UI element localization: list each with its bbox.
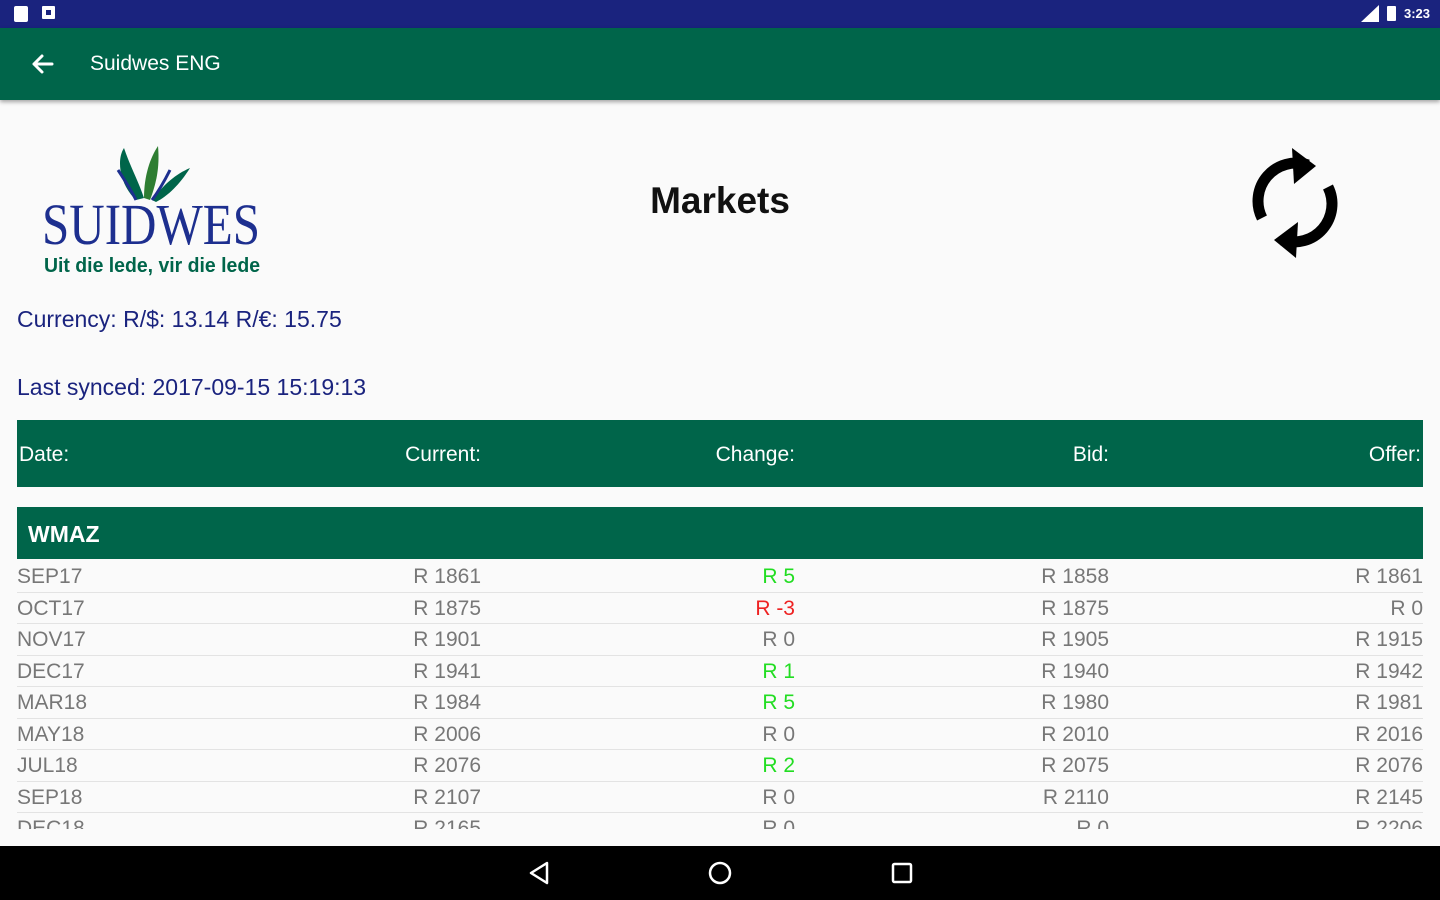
cell-offer: R 1942 <box>1355 659 1423 683</box>
cell-offer: R 1861 <box>1355 565 1423 588</box>
table-row: MAR18 R 1984 R 5 R 1980 R 1981 <box>17 687 1423 719</box>
table-row: SEP18 R 2107 R 0 R 2110 R 2145 <box>17 782 1423 813</box>
cell-current: R 1861 <box>413 565 481 588</box>
cell-current: R 2006 <box>413 722 481 746</box>
cell-change: R 0 <box>762 817 795 829</box>
cell-offer: R 1915 <box>1355 628 1423 651</box>
cell-offer: R 0 <box>1390 596 1423 620</box>
cell-bid: R 1875 <box>1041 596 1109 620</box>
cell-bid: R 1905 <box>1041 628 1109 651</box>
cell-change: R 5 <box>762 691 795 714</box>
table-row: NOV17 R 1901 R 0 R 1905 R 1915 <box>17 624 1423 656</box>
cell-date: NOV17 <box>17 628 86 651</box>
status-bar: 3:23 <box>0 0 1440 28</box>
header-change: Change: <box>715 443 795 466</box>
cell-offer: R 2206 <box>1355 817 1423 829</box>
cell-current: R 2107 <box>413 785 481 809</box>
cell-change: R 0 <box>762 628 795 651</box>
cell-current: R 2165 <box>413 817 481 829</box>
status-time: 3:23 <box>1403 6 1430 21</box>
cell-current: R 1875 <box>413 596 481 620</box>
cell-offer: R 1981 <box>1355 691 1423 714</box>
cell-date: MAR18 <box>17 691 88 714</box>
table-row: DEC17 R 1941 R 1 R 1940 R 1942 <box>17 656 1423 687</box>
logo-tagline: Uit die lede, vir die lede <box>44 255 260 277</box>
header-offer: Offer: <box>1368 443 1421 466</box>
signal-icon <box>1360 5 1379 22</box>
cell-current: R 2076 <box>413 754 481 777</box>
nav-recents-icon[interactable] <box>887 859 917 887</box>
navigation-bar <box>0 846 1440 900</box>
table-body[interactable]: SEP17 R 1861 R 5 R 1858 R 1861 OCT17 R 1875 R … <box>17 561 1423 829</box>
nav-home-icon[interactable] <box>705 859 735 887</box>
currency-text: Currency: R/$: 13.14 R/€: 15.75 <box>17 306 342 332</box>
table-row: MAY18 R 2006 R 0 R 2010 R 2016 <box>17 719 1423 750</box>
table-header: Date: Current: Change: Bid: Offer: <box>17 420 1423 487</box>
cell-change: R 5 <box>762 565 795 588</box>
battery-icon <box>1386 6 1396 21</box>
cell-current: R 1941 <box>413 659 481 683</box>
cell-bid: R 1858 <box>1041 565 1109 588</box>
table-row: JUL18 R 2076 R 2 R 2075 R 2076 <box>17 750 1423 782</box>
cell-current: R 1901 <box>413 628 481 651</box>
header-date: Date: <box>19 443 70 466</box>
page-title: Markets <box>650 180 790 221</box>
back-arrow-icon[interactable] <box>26 46 58 82</box>
notification-icon <box>42 6 55 19</box>
table-row: DEC18 R 2165 R 0 R 0 R 2206 <box>17 813 1423 829</box>
app-title: Suidwes ENG <box>90 52 221 75</box>
cell-date: OCT17 <box>17 596 85 620</box>
cell-bid: R 2075 <box>1041 754 1109 777</box>
cell-date: SEP17 <box>17 565 83 588</box>
cell-bid: R 2010 <box>1041 722 1109 746</box>
cell-change: R 0 <box>762 785 795 809</box>
cell-date: DEC18 <box>17 817 85 829</box>
cell-bid: R 1940 <box>1041 659 1109 683</box>
cell-offer: R 2016 <box>1355 722 1423 746</box>
cell-change: R -3 <box>755 596 795 620</box>
table-row: SEP17 R 1861 R 5 R 1858 R 1861 <box>17 561 1423 593</box>
group-header-wmaz[interactable]: WMAZ <box>17 507 1423 559</box>
header-current: Current: <box>405 443 481 466</box>
cell-date: MAY18 <box>17 722 85 746</box>
cell-current: R 1984 <box>413 691 481 714</box>
last-synced-text: Last synced: 2017-09-15 15:19:13 <box>17 374 367 400</box>
cell-bid: R 1980 <box>1041 691 1109 714</box>
group-label: WMAZ <box>28 521 100 547</box>
header-bid: Bid: <box>1072 443 1109 466</box>
app-bar: Suidwes ENG <box>0 28 1440 100</box>
cell-offer: R 2145 <box>1355 785 1423 809</box>
cell-date: JUL18 <box>17 754 78 777</box>
cell-change: R 0 <box>762 722 795 746</box>
cell-date: DEC17 <box>17 659 85 683</box>
cell-change: R 1 <box>762 659 795 683</box>
cell-date: SEP18 <box>17 785 83 809</box>
nav-back-icon[interactable] <box>525 859 555 887</box>
cell-offer: R 2076 <box>1355 754 1423 777</box>
cell-bid: R 0 <box>1076 817 1109 829</box>
sd-card-icon <box>14 6 28 22</box>
cell-bid: R 2110 <box>1042 785 1109 809</box>
table-row: OCT17 R 1875 R -3 R 1875 R 0 <box>17 593 1423 624</box>
refresh-icon[interactable] <box>1240 140 1350 265</box>
cell-change: R 2 <box>762 754 795 777</box>
